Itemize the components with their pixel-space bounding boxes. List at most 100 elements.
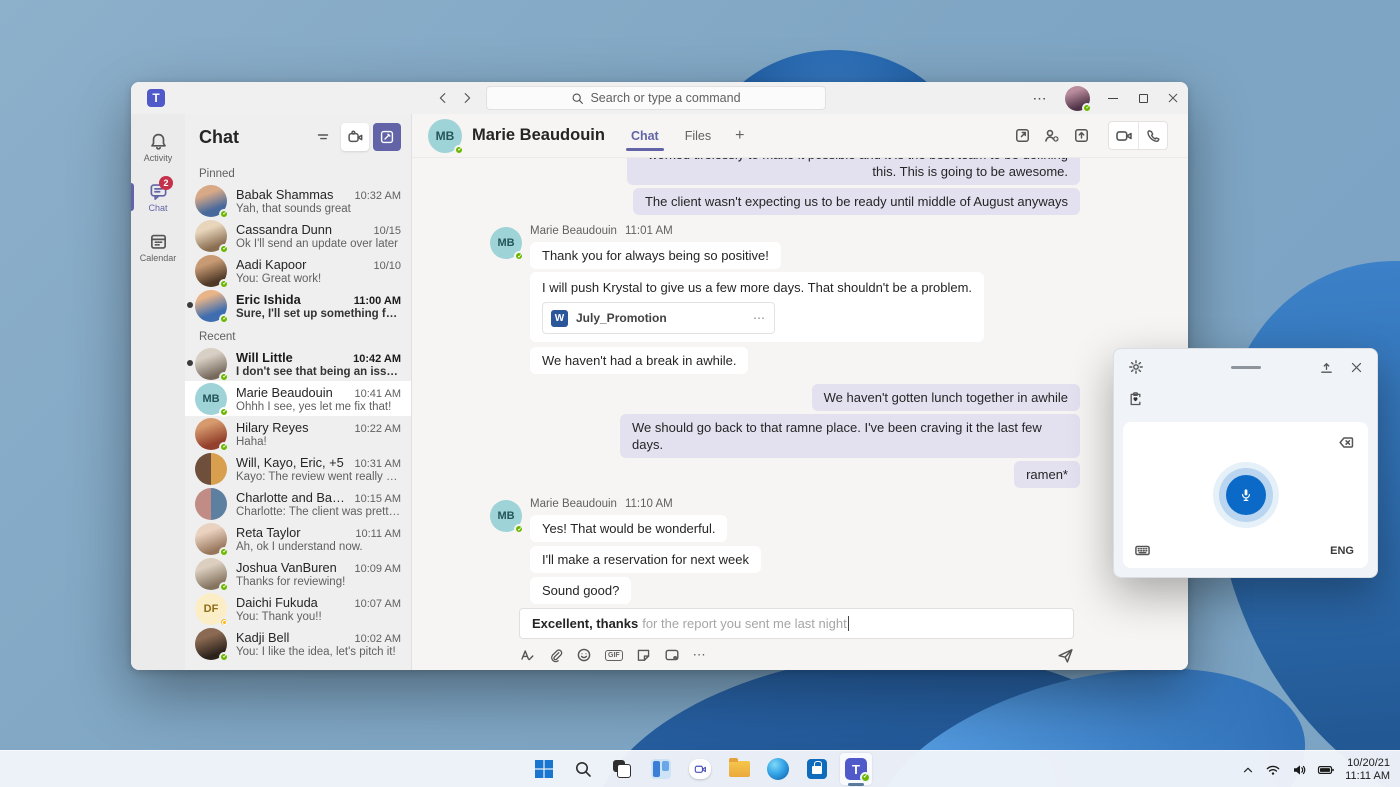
chat-list-item[interactable]: Eric Ishida 11:00 AMSure, I'll set up som… <box>185 288 411 324</box>
unread-dot <box>187 360 193 366</box>
chat-list-item[interactable]: Kadji Bell 10:02 AMYou: I like the idea, … <box>185 626 411 662</box>
back-button[interactable] <box>436 91 450 105</box>
presence-badge <box>219 243 229 254</box>
teams-chat-button[interactable] <box>684 753 716 785</box>
chat-list-item-selected[interactable]: MB Marie Beaudouin 10:41 AMOhhh I see, ye… <box>185 381 411 417</box>
avatar <box>195 184 229 219</box>
close-icon[interactable] <box>1350 361 1363 374</box>
close-button[interactable] <box>1158 82 1188 114</box>
taskbar-clock[interactable]: 10/20/21 11:11 AM <box>1345 757 1390 783</box>
meet-now-button[interactable] <box>341 123 369 151</box>
voice-panel-titlebar <box>1114 349 1377 385</box>
avatar-initials: DF <box>195 592 229 627</box>
file-attachment-card[interactable]: W July_Promotion ⋯ <box>542 302 775 334</box>
new-chat-button[interactable] <box>373 123 401 151</box>
gif-button[interactable]: GIF <box>605 649 623 661</box>
avatar <box>195 289 229 324</box>
presence-badge <box>219 651 229 662</box>
chat-list-item[interactable]: Cassandra Dunn 10/15Ok I'll send an updat… <box>185 218 411 254</box>
presence-badge <box>454 144 464 155</box>
tab-files[interactable]: Files <box>683 117 713 155</box>
chat-name: Reta Taylor <box>236 524 301 540</box>
chat-list-item[interactable]: Will Little 10:42 AMI don't see that bein… <box>185 346 411 382</box>
compose-more-button[interactable]: ⋯ <box>693 647 707 663</box>
clipboard-heart-icon[interactable] <box>1128 391 1143 406</box>
chat-list-item[interactable]: Charlotte and Babak 10:15 AM Charlotte: Th… <box>185 486 411 521</box>
teams-app-button[interactable]: T ✓ <box>840 753 872 786</box>
teams-presence-check: ✓ <box>860 772 871 783</box>
task-view-button[interactable] <box>606 753 638 785</box>
attach-button[interactable] <box>548 648 563 663</box>
add-tab-button[interactable]: + <box>735 127 744 145</box>
dictation-text: for the report you sent me last night <box>642 616 847 631</box>
message-time: 11:01 AM <box>624 225 673 237</box>
edge-button[interactable] <box>762 753 794 785</box>
sidebar-item-activity[interactable]: Activity <box>131 124 185 170</box>
volume-icon[interactable] <box>1291 762 1307 778</box>
chat-list-panel: Chat Pinned Babak Shammas 10:32 AMYah, th… <box>185 114 412 670</box>
message-bubble-outgoing: I'm pretty confident that this launch wi… <box>627 158 1080 185</box>
pop-out-chat-button[interactable] <box>1014 127 1031 144</box>
sidebar-item-calendar[interactable]: Calendar <box>131 224 185 270</box>
sender-avatar: MB <box>490 500 524 534</box>
store-icon <box>807 759 827 779</box>
presence-badge <box>219 546 229 557</box>
file-more-button[interactable]: ⋯ <box>753 310 766 327</box>
backspace-icon[interactable] <box>1338 434 1355 451</box>
tray-chevron-up-icon[interactable] <box>1241 763 1255 777</box>
wifi-icon[interactable] <box>1265 762 1281 778</box>
more-options-button[interactable]: ⋯ <box>1023 90 1057 107</box>
audio-call-button[interactable] <box>1138 122 1167 149</box>
chat-name: Joshua VanBuren <box>236 559 337 575</box>
taskbar-search-button[interactable] <box>567 753 599 785</box>
forward-button[interactable] <box>460 91 474 105</box>
message-input[interactable]: Excellent, thanks for the report you sen… <box>519 608 1074 639</box>
file-explorer-button[interactable] <box>723 753 755 785</box>
chat-list-item[interactable]: Babak Shammas 10:32 AMYah, that sounds gr… <box>185 183 411 219</box>
battery-icon[interactable] <box>1317 762 1335 778</box>
sidebar-item-chat[interactable]: 2 Chat <box>131 174 185 220</box>
chat-list-item[interactable]: Joshua VanBuren 10:09 AM Thanks for review… <box>185 556 411 592</box>
widgets-icon <box>651 759 671 779</box>
share-screen-button[interactable] <box>1073 127 1090 144</box>
search-placeholder: Search or type a command <box>590 91 741 105</box>
send-button[interactable] <box>1057 647 1074 664</box>
search-input[interactable]: Search or type a command <box>486 86 826 110</box>
settings-gear-icon[interactable] <box>1128 359 1144 375</box>
language-indicator[interactable]: ENG <box>1330 545 1354 557</box>
chat-list-item[interactable]: Hilary Reyes 10:22 AM Haha! <box>185 416 411 452</box>
dock-keyboard-icon[interactable] <box>1319 360 1334 375</box>
chat-preview: You: Thank you!! <box>236 610 322 623</box>
compose-toolbar: GIF ⋯ <box>519 642 1074 668</box>
sidebar-item-label: Calendar <box>139 252 177 263</box>
tab-chat[interactable]: Chat <box>625 117 664 155</box>
format-button[interactable] <box>519 647 535 663</box>
widgets-button[interactable] <box>645 753 677 785</box>
chat-list-item[interactable]: Will, Kayo, Eric, +5 10:31 AM Kayo: The re… <box>185 451 411 486</box>
start-button[interactable] <box>528 753 560 785</box>
chat-list-item[interactable]: Reta Taylor 10:11 AMAh, ok I understand n… <box>185 521 411 557</box>
chat-list-item[interactable]: DF Daichi Fukuda 10:07 AM You: Thank you!! <box>185 591 411 627</box>
chat-time: 10:07 AM <box>354 597 401 610</box>
drag-handle[interactable] <box>1230 365 1261 369</box>
presence-away-badge <box>219 616 229 627</box>
schedule-meeting-button[interactable] <box>664 647 680 663</box>
sticker-button[interactable] <box>636 648 651 663</box>
calendar-icon <box>150 234 166 249</box>
chat-name: Will, Kayo, Eric, +5 <box>236 454 344 470</box>
chat-name: Will Little <box>236 349 293 365</box>
avatar-group <box>195 452 227 485</box>
maximize-button[interactable] <box>1128 82 1158 114</box>
video-call-button[interactable] <box>1109 122 1138 149</box>
minimize-button[interactable] <box>1098 82 1128 114</box>
emoji-button[interactable] <box>576 647 592 663</box>
profile-avatar[interactable] <box>1065 85 1092 113</box>
microphone-button[interactable] <box>1212 462 1279 528</box>
chat-list-item[interactable]: Aadi Kapoor 10/10 You: Great work! <box>185 253 411 289</box>
microsoft-store-button[interactable] <box>801 753 833 785</box>
add-people-button[interactable] <box>1043 127 1061 145</box>
voice-typing-card: ENG <box>1123 422 1368 568</box>
chat-name: Cassandra Dunn <box>236 221 333 237</box>
filter-button[interactable] <box>309 123 337 151</box>
keyboard-icon[interactable] <box>1134 542 1151 559</box>
